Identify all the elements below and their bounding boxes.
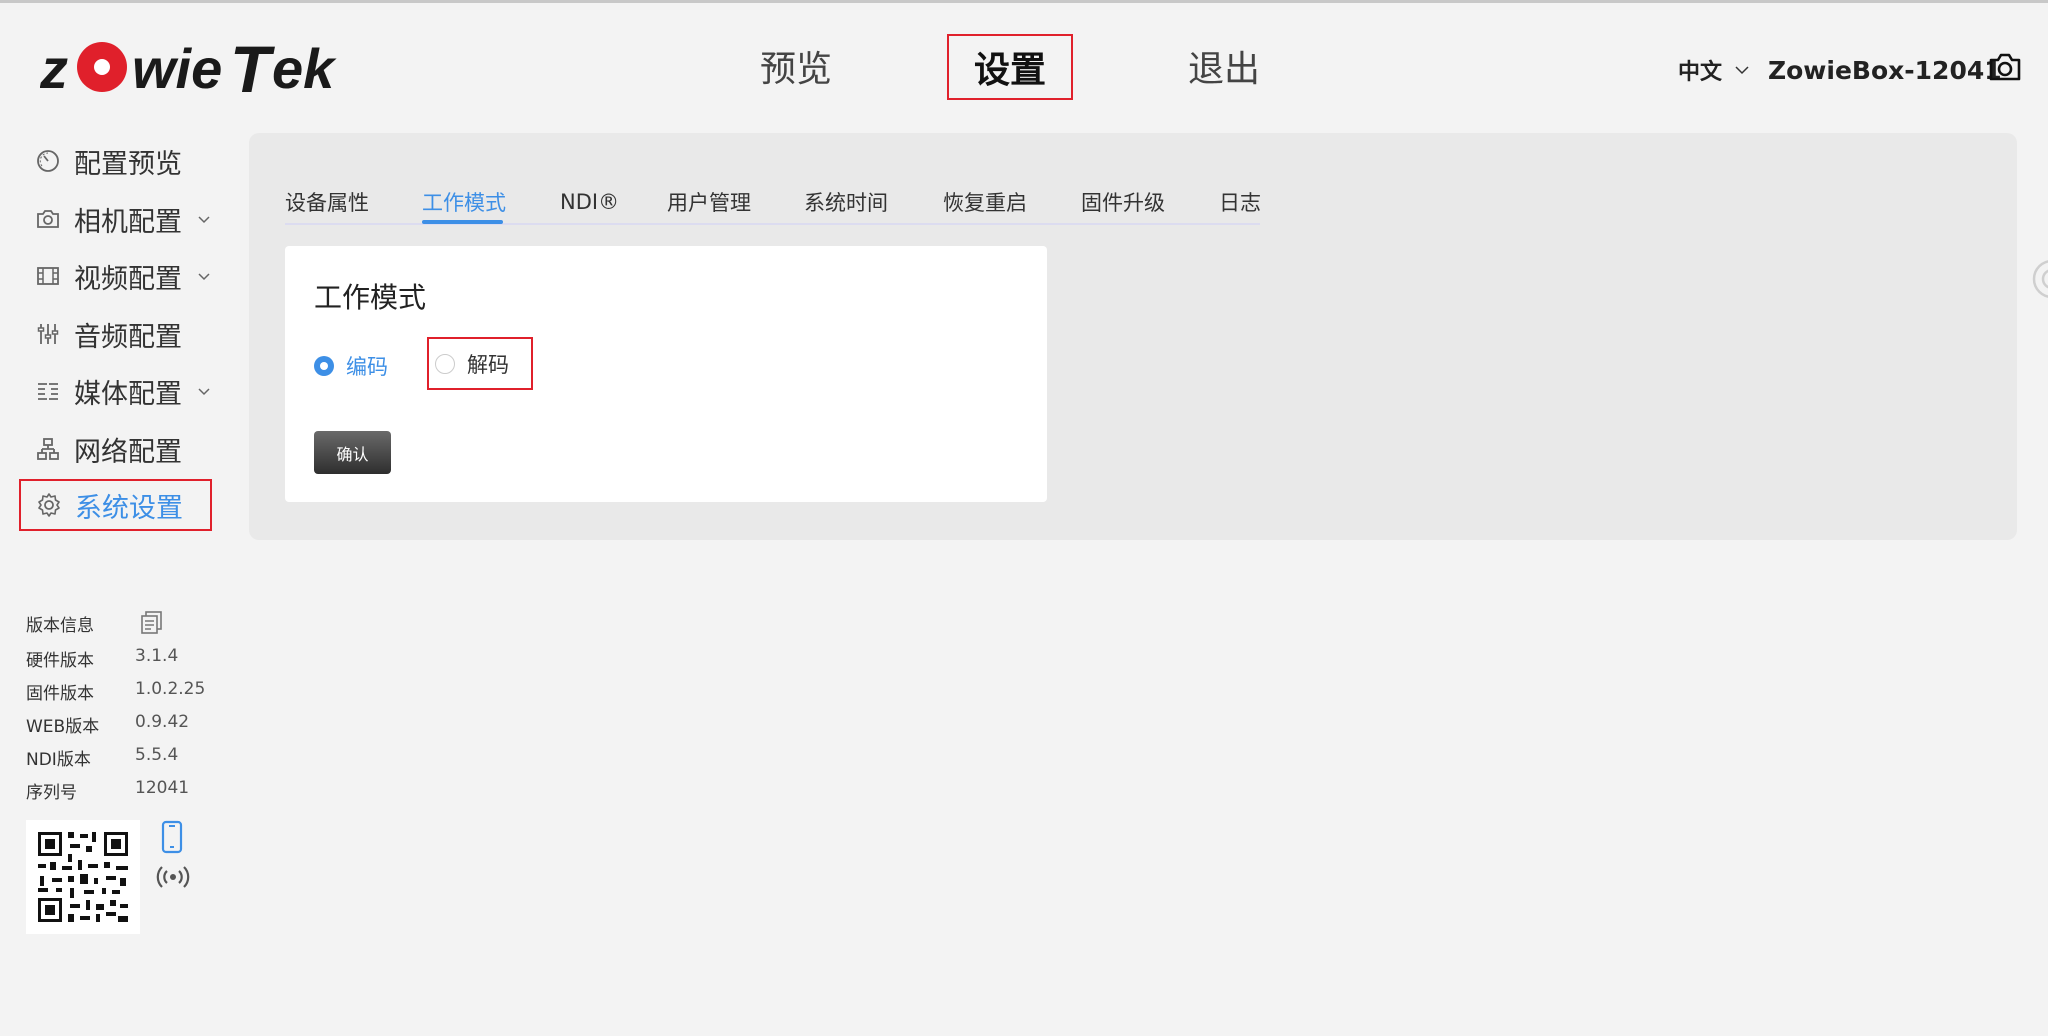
active-tab-indicator: [422, 220, 503, 224]
version-row-firmware: 固件版本 1.0.2.25: [26, 679, 205, 704]
version-row-hardware: 硬件版本 3.1.4: [26, 646, 178, 671]
radio-label: 解码: [467, 352, 509, 377]
floating-assist-icon[interactable]: [2030, 258, 2048, 300]
tab-work-mode[interactable]: 工作模式: [422, 182, 506, 222]
svg-text:wie: wie: [132, 37, 222, 100]
language-select[interactable]: 中文: [1678, 50, 1750, 90]
chevron-down-icon: [198, 216, 210, 224]
film-icon: [34, 262, 62, 290]
tab-system-time[interactable]: 系统时间: [804, 182, 888, 222]
tab-device-properties[interactable]: 设备属性: [285, 182, 369, 222]
sidebar-item-media-config[interactable]: 媒体配置: [20, 366, 212, 416]
svg-text:ek: ek: [272, 37, 337, 100]
qr-code: [26, 820, 140, 934]
nav-settings[interactable]: 设置: [947, 34, 1073, 100]
broadcast-signal-icon[interactable]: [155, 862, 191, 892]
sliders-icon: [34, 320, 62, 348]
tab-firmware-upgrade[interactable]: 固件升级: [1081, 182, 1165, 222]
version-info-title: 版本信息: [26, 616, 94, 636]
sidebar-item-label: 音频配置: [74, 321, 182, 353]
card-title: 工作模式: [314, 281, 427, 314]
version-row-ndi: NDI版本 5.5.4: [26, 745, 178, 770]
sidebar-item-label: 配置预览: [74, 148, 182, 180]
tab-ndi[interactable]: NDI®: [560, 182, 619, 222]
tab-restore-reboot[interactable]: 恢复重启: [943, 182, 1027, 222]
media-icon: [34, 377, 62, 405]
radio-decode[interactable]: 解码: [427, 337, 533, 390]
sidebar-item-label: 视频配置: [74, 263, 182, 295]
nav-preview[interactable]: 预览: [740, 34, 852, 98]
sidebar-item-system-settings[interactable]: 系统设置: [19, 479, 212, 531]
sidebar-item-label: 媒体配置: [74, 378, 182, 410]
svg-text:T: T: [230, 32, 275, 102]
version-key: NDI版本: [26, 750, 91, 770]
sidebar-item-audio-config[interactable]: 音频配置: [20, 309, 212, 359]
gauge-icon: [34, 147, 62, 175]
sidebar-item-config-preview[interactable]: 配置预览: [20, 136, 212, 186]
chevron-down-icon: [198, 388, 210, 396]
version-row-web: WEB版本 0.9.42: [26, 712, 189, 737]
tab-user-management[interactable]: 用户管理: [667, 182, 751, 222]
svg-text:z: z: [40, 37, 68, 100]
version-value: 12041: [135, 778, 190, 798]
chevron-down-icon: [198, 273, 210, 281]
version-key: 硬件版本: [26, 651, 94, 671]
sidebar-item-label: 网络配置: [74, 436, 182, 468]
version-value: 5.5.4: [135, 745, 179, 765]
copy-icon[interactable]: [139, 609, 165, 635]
top-border: [0, 0, 2048, 3]
tab-log[interactable]: 日志: [1219, 182, 1261, 222]
radio-selected-icon: [314, 356, 334, 376]
version-key: 固件版本: [26, 684, 94, 704]
version-value: 0.9.42: [135, 712, 190, 732]
radio-unselected-icon: [435, 353, 455, 374]
version-value: 1.0.2.25: [135, 679, 206, 699]
zowietek-logo: z wie T ek: [40, 32, 337, 102]
sidebar-item-camera-config[interactable]: 相机配置: [20, 194, 212, 244]
language-label: 中文: [1678, 60, 1723, 85]
network-icon: [34, 435, 62, 463]
camera-icon: [34, 205, 62, 233]
version-row-serial: 序列号 12041: [26, 778, 189, 803]
mobile-phone-icon[interactable]: [159, 820, 185, 854]
version-key: 序列号: [26, 783, 77, 803]
sidebar-item-network-config[interactable]: 网络配置: [20, 424, 212, 474]
nav-logout[interactable]: 退出: [1168, 34, 1280, 98]
radio-encode[interactable]: 编码: [314, 351, 388, 381]
version-value: 3.1.4: [135, 646, 179, 666]
version-key: WEB版本: [26, 717, 100, 737]
confirm-button[interactable]: 确认: [314, 431, 391, 474]
sidebar-item-video-config[interactable]: 视频配置: [20, 251, 212, 301]
sidebar-item-label: 相机配置: [74, 206, 182, 238]
radio-label: 编码: [346, 355, 388, 379]
snapshot-camera-icon[interactable]: [1988, 50, 2022, 84]
sidebar-item-label: 系统设置: [75, 492, 183, 524]
gear-icon: [35, 491, 63, 519]
device-name: ZowieBox-12041: [1768, 55, 2002, 85]
chevron-down-icon: [1735, 66, 1749, 75]
